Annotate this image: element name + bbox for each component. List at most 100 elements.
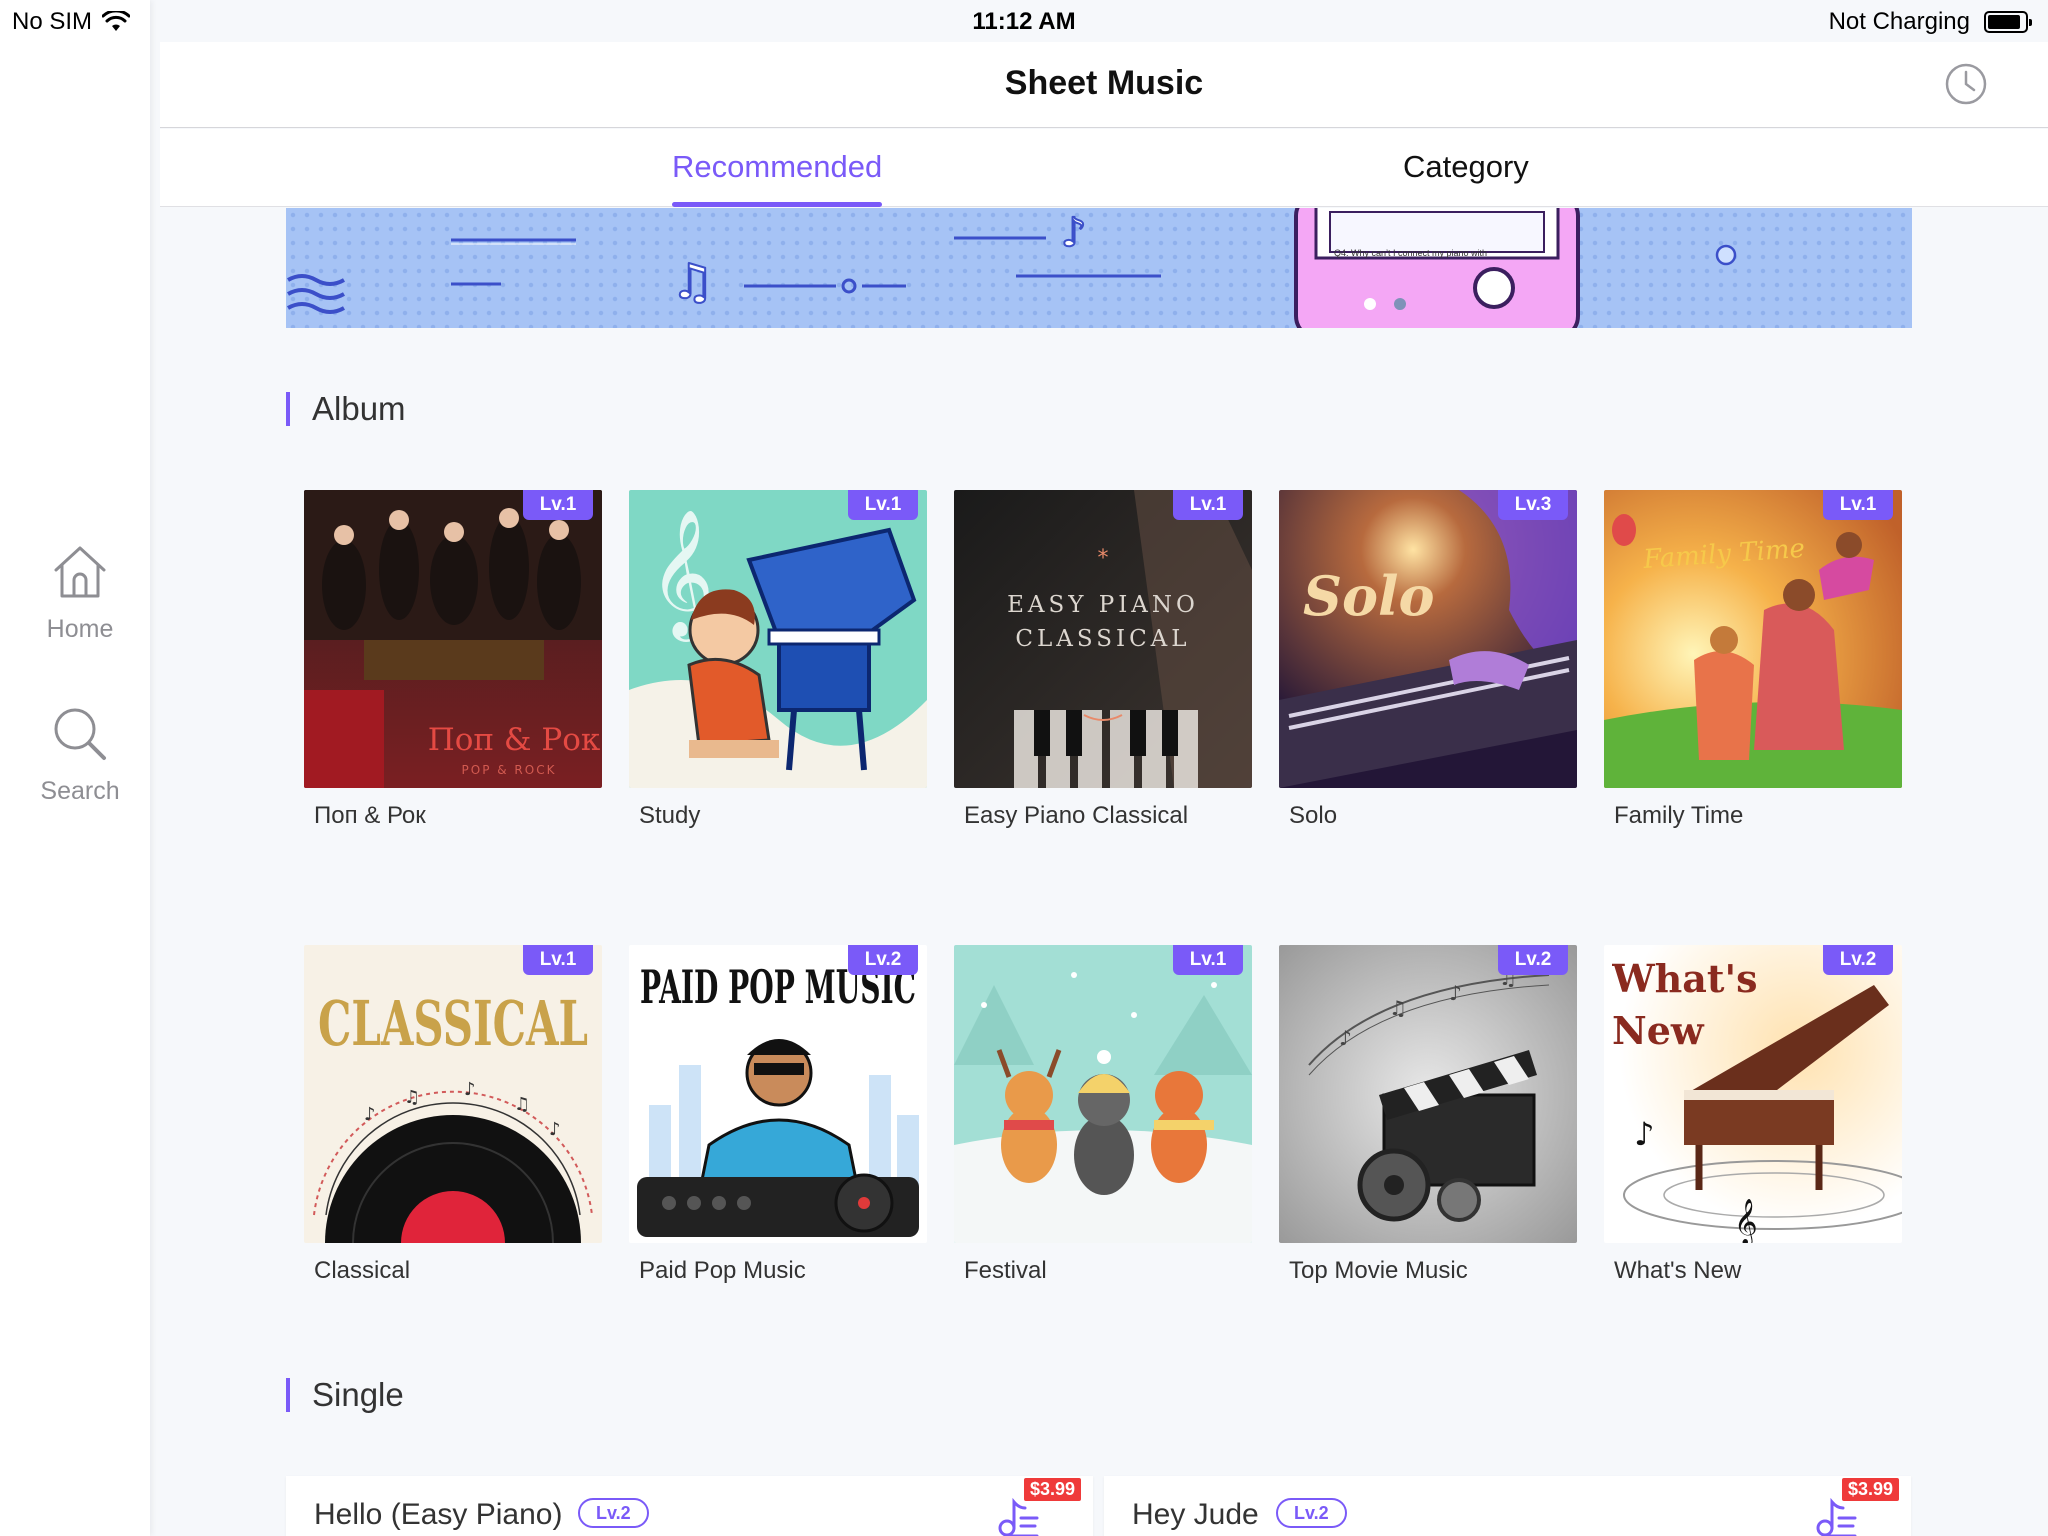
- album-card[interactable]: Family Time Lv.1 Family Time: [1604, 490, 1902, 830]
- cover-art: * EASY PIANO CLASSICAL: [954, 490, 1252, 788]
- album-cover: PAID POP MUSIC Lv.2: [629, 945, 927, 1243]
- album-cover: Solo Lv.3: [1279, 490, 1577, 788]
- svg-text:♫: ♫: [1389, 996, 1407, 1020]
- charging-label: Not Charging: [1828, 8, 1970, 35]
- home-icon: [54, 546, 106, 598]
- status-right: Not Charging: [1828, 8, 2032, 36]
- clock-icon[interactable]: [1944, 62, 1988, 106]
- sidebar-item-label: Search: [40, 777, 120, 805]
- svg-text:♪: ♪: [549, 1119, 561, 1140]
- svg-text:♪: ♪: [1449, 981, 1462, 1005]
- level-badge: Lv.1: [523, 490, 593, 520]
- album-title: Classical: [314, 1257, 411, 1284]
- cover-art: ♪♫♪♫: [1279, 945, 1577, 1243]
- single-title: Hey Jude: [1132, 1498, 1259, 1531]
- level-badge: Lv.2: [848, 945, 918, 975]
- sidebar: Home Search: [0, 0, 150, 1536]
- album-card[interactable]: CLASSICAL ♪ ♫ ♪ ♫ ♪ Lv.1 Classical: [304, 945, 602, 1285]
- cover-title: What's New: [1612, 956, 1758, 1053]
- price-tag: $3.99: [1023, 1478, 1081, 1501]
- level-badge: Lv.2: [1498, 945, 1568, 975]
- sidebar-item-search[interactable]: Search: [0, 702, 160, 806]
- promo-banner[interactable]: ♫ ♪ Q4. Why can’t I connect my piano wit…: [286, 208, 1912, 328]
- svg-text:*: *: [1098, 546, 1109, 571]
- level-badge: Lv.3: [1498, 490, 1568, 520]
- album-title: What's New: [1614, 1257, 1742, 1284]
- cover-title: Поп & Рок: [428, 722, 601, 758]
- album-cover: 𝄞 Lv.1: [629, 490, 927, 788]
- page-dot[interactable]: [1394, 298, 1406, 310]
- album-cover: Поп & Рок POP & ROCK Lv.1: [304, 490, 602, 788]
- level-badge: Lv.1: [1823, 490, 1893, 520]
- album-title: Top Movie Music: [1289, 1257, 1468, 1284]
- album-title: Family Time: [1614, 802, 1744, 829]
- svg-text:♪: ♪: [1634, 1115, 1654, 1153]
- album-cover: ♪ ♫ ♪ ♫ Lv.2: [1279, 945, 1577, 1243]
- sidebar-item-home[interactable]: Home: [0, 540, 160, 644]
- page-title: Sheet Music: [1004, 64, 1204, 102]
- album-card[interactable]: Lv.1 Festival: [954, 945, 1252, 1285]
- album-title: Festival: [964, 1257, 1047, 1284]
- cover-art: 𝄞: [629, 490, 927, 788]
- album-grid: Поп & Рок POP & ROCK Lv.1 Поп & Рок 𝄞 Lv…: [304, 490, 1904, 1285]
- cover-art: CLASSICAL ♪ ♫ ♪ ♫ ♪: [304, 945, 602, 1243]
- cover-art: Solo: [1279, 490, 1577, 788]
- price-tag: $3.99: [1841, 1478, 1899, 1501]
- section-title-album: Album: [286, 392, 406, 426]
- album-card[interactable]: Поп & Рок POP & ROCK Lv.1 Поп & Рок: [304, 490, 602, 830]
- album-title: Paid Pop Music: [639, 1257, 806, 1284]
- svg-text:♫: ♫: [514, 1094, 530, 1115]
- album-title: Поп & Рок: [314, 802, 426, 829]
- album-card[interactable]: What's New ♪ 𝄞 Lv.2 What's New: [1604, 945, 1902, 1285]
- level-badge: Lv.2: [1823, 945, 1893, 975]
- album-cover: CLASSICAL ♪ ♫ ♪ ♫ ♪ Lv.1: [304, 945, 602, 1243]
- svg-text:♪: ♪: [364, 1104, 376, 1125]
- section-title-single: Single: [286, 1378, 404, 1412]
- cover-art: [954, 945, 1252, 1243]
- album-cover: Family Time Lv.1: [1604, 490, 1902, 788]
- banner-illustration: ♫ ♪: [287, 208, 1737, 328]
- sidebar-item-label: Home: [46, 615, 114, 643]
- level-badge: Lv.1: [848, 490, 918, 520]
- nav-header: Sheet Music: [160, 42, 2048, 128]
- level-badge: Lv.1: [523, 945, 593, 975]
- single-item[interactable]: Hey Jude Lv.2 $3.99: [1104, 1476, 1911, 1536]
- battery-level: [1988, 15, 2021, 29]
- status-bar: No SIM 11:12 AM Not Charging: [0, 0, 2048, 42]
- cover-subtitle: POP & ROCK: [462, 763, 557, 777]
- album-card[interactable]: ♪ ♫ ♪ ♫ Lv.2 Top Movie Music: [1279, 945, 1577, 1285]
- level-badge: Lv.1: [1173, 945, 1243, 975]
- clock-label: 11:12 AM: [972, 8, 1076, 35]
- cover-title: EASY PIANO CLASSICAL: [1007, 592, 1199, 652]
- album-cover: What's New ♪ 𝄞 Lv.2: [1604, 945, 1902, 1243]
- level-badge: Lv.2: [1276, 1498, 1347, 1528]
- svg-text:♪: ♪: [464, 1079, 476, 1100]
- page-dot[interactable]: [1364, 298, 1376, 310]
- album-cover: Lv.1: [954, 945, 1252, 1243]
- tab-category[interactable]: Category: [1403, 149, 1529, 185]
- svg-text:♫: ♫: [671, 254, 714, 310]
- level-badge: Lv.2: [578, 1498, 649, 1528]
- album-title: Solo: [1289, 802, 1338, 829]
- cover-art: Поп & Рок POP & ROCK: [304, 490, 602, 788]
- search-icon: [54, 708, 106, 760]
- album-card[interactable]: PAID POP MUSIC Lv.2 Paid Pop Music: [629, 945, 927, 1285]
- album-card[interactable]: Solo Lv.3 Solo: [1279, 490, 1577, 830]
- tab-bar: Recommended Category: [160, 129, 2048, 207]
- album-title: Easy Piano Classical: [964, 802, 1189, 829]
- cover-title: Solo: [1303, 564, 1435, 628]
- svg-text:𝄞: 𝄞: [1734, 1199, 1758, 1243]
- album-card[interactable]: 𝄞 Lv.1 Study: [629, 490, 927, 830]
- svg-text:♪: ♪: [1061, 210, 1087, 256]
- album-card[interactable]: * EASY PIANO CLASSICAL Lv.1 Easy Piano C…: [954, 490, 1252, 830]
- cover-art: PAID POP MUSIC: [629, 945, 927, 1243]
- album-cover: * EASY PIANO CLASSICAL Lv.1: [954, 490, 1252, 788]
- banner-page-dots: [1364, 298, 1406, 310]
- cover-title: CLASSICAL: [318, 987, 588, 1060]
- svg-text:♫: ♫: [404, 1087, 420, 1108]
- battery-icon: [1984, 11, 2032, 33]
- single-title: Hello (Easy Piano): [314, 1498, 563, 1531]
- banner-phone-text: Q4. Why can’t I connect my piano with: [1334, 248, 1488, 258]
- tab-recommended[interactable]: Recommended: [672, 149, 883, 207]
- single-item[interactable]: Hello (Easy Piano) Lv.2 $3.99: [286, 1476, 1093, 1536]
